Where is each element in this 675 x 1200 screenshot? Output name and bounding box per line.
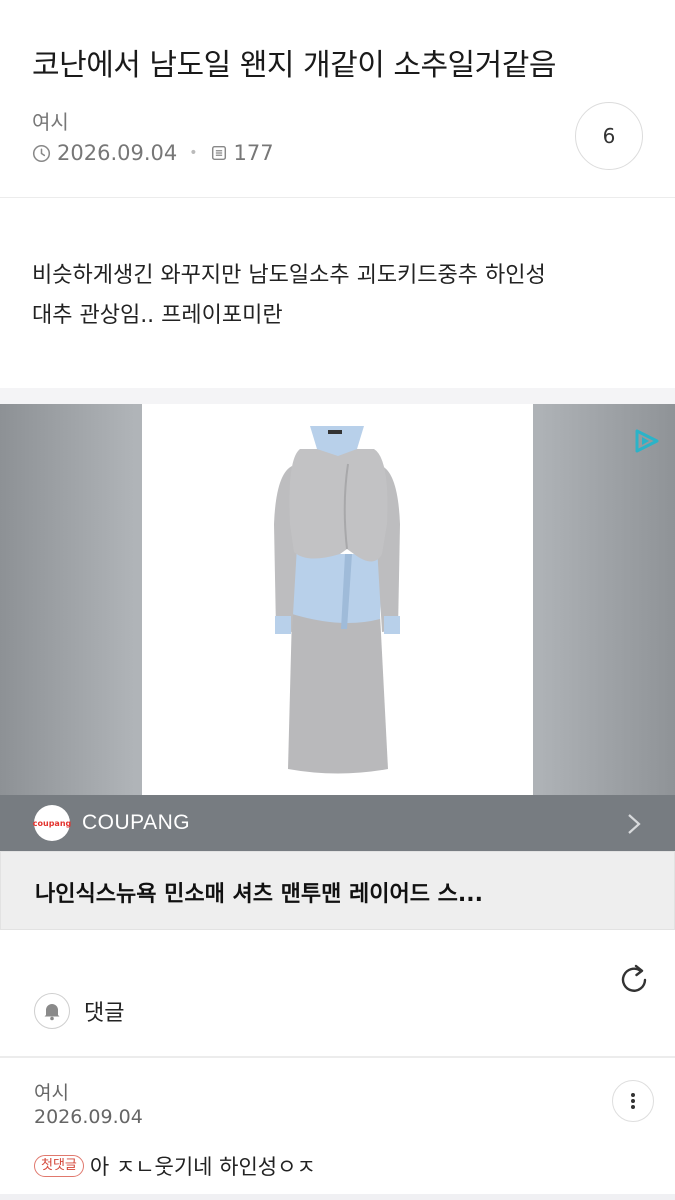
product-dress-image xyxy=(274,426,400,774)
post-meta: 2026.09.04 • 177 xyxy=(32,141,274,165)
comment-item: 여시 2026.09.04 첫댓글 아 ㅈㄴ웃기네 하인성ㅇㅈ xyxy=(0,1058,675,1200)
more-options-button[interactable] xyxy=(612,1080,654,1122)
comment-date: 2026.09.04 xyxy=(34,1106,143,1128)
ad-choices-icon[interactable] xyxy=(633,428,661,458)
refresh-icon xyxy=(621,964,647,992)
views-icon xyxy=(210,144,228,162)
post-author[interactable]: 여시 xyxy=(32,106,69,135)
ad-block[interactable]: coupang COUPANG 나인식스뉴욕 민소매 셔츠 맨투맨 레이어드 스… xyxy=(0,388,675,930)
chevron-right-icon[interactable] xyxy=(627,813,641,839)
ad-source-bar[interactable]: coupang COUPANG xyxy=(0,795,675,851)
comment-body: 첫댓글 아 ㅈㄴ웃기네 하인성ㅇㅈ xyxy=(34,1151,316,1181)
more-vertical-icon xyxy=(631,1093,635,1109)
post-header: 코난에서 남도일 왠지 개같이 소추일거같음 여시 2026.09.04 • 1… xyxy=(0,0,675,198)
meta-separator: • xyxy=(189,145,198,161)
product-photo[interactable] xyxy=(142,404,533,795)
ad-source-name: COUPANG xyxy=(82,811,191,834)
bottom-divider xyxy=(0,1194,675,1200)
coupang-logo: coupang xyxy=(32,805,72,841)
bell-icon[interactable] xyxy=(34,993,70,1029)
post-body: 비슷하게생긴 와꾸지만 남도일소추 괴도키드중추 하인성 대추 관상임.. 프레… xyxy=(32,256,652,336)
refresh-button[interactable] xyxy=(612,958,656,1002)
ad-caption[interactable]: 나인식스뉴욕 민소매 셔츠 맨투맨 레이어드 스... xyxy=(0,851,675,930)
post-date: 2026.09.04 xyxy=(57,141,178,165)
comments-label: 댓글 xyxy=(84,1001,125,1026)
comment-author[interactable]: 여시 xyxy=(34,1078,69,1105)
post-body-line: 비슷하게생긴 와꾸지만 남도일소추 괴도키드중추 하인성 xyxy=(32,263,546,288)
comment-text: 아 ㅈㄴ웃기네 하인성ㅇㅈ xyxy=(89,1155,316,1179)
ad-image-area[interactable] xyxy=(0,404,675,795)
clock-icon xyxy=(32,144,51,163)
ad-caption-text: 나인식스뉴욕 민소매 셔츠 맨투맨 레이어드 스... xyxy=(35,882,483,907)
comment-count-button[interactable]: 6 xyxy=(575,102,643,170)
post-title: 코난에서 남도일 왠지 개같이 소추일거같음 xyxy=(32,48,556,83)
coupang-logo-text: coupang xyxy=(32,818,72,828)
post-views: 177 xyxy=(233,141,274,165)
comments-header: 댓글 xyxy=(34,993,124,1029)
first-comment-badge: 첫댓글 xyxy=(34,1155,84,1177)
post-body-line: 대추 관상임.. 프레이포미란 xyxy=(32,303,283,328)
